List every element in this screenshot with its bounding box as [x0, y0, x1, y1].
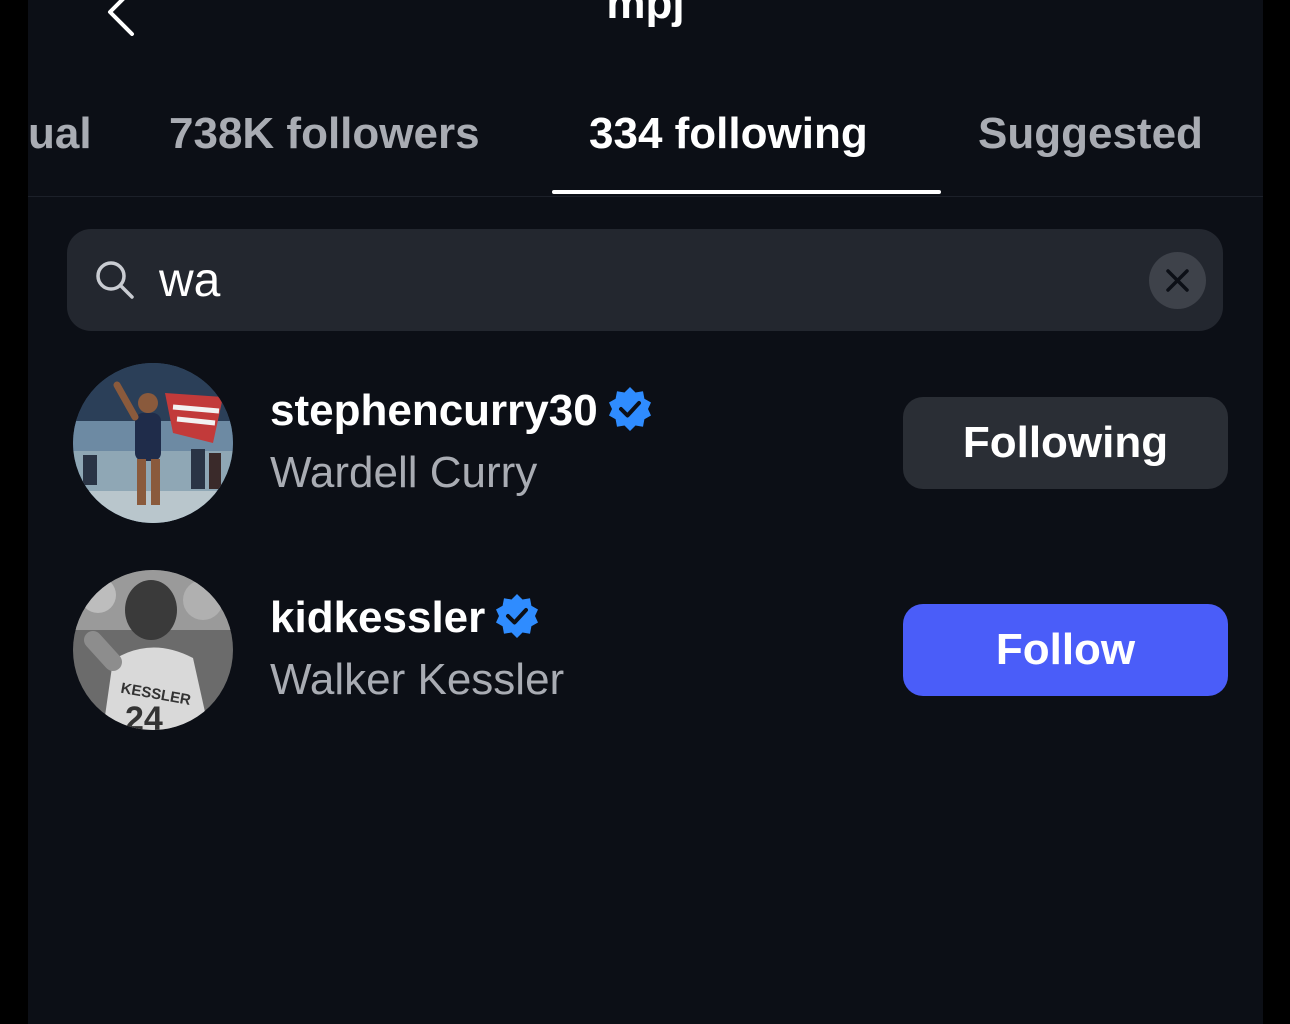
tab-followers[interactable]: 738K followers: [169, 106, 480, 162]
close-icon: [1166, 269, 1189, 292]
username-text: stephencurry30: [270, 386, 598, 435]
following-button[interactable]: Following: [903, 397, 1228, 489]
verified-badge-icon: [608, 387, 651, 432]
clear-search-button[interactable]: [1149, 252, 1206, 309]
svg-text:24: 24: [125, 700, 163, 730]
avatar[interactable]: KESSLER 24: [73, 570, 233, 730]
page-title: mpj: [606, 0, 685, 28]
full-name: Walker Kessler: [270, 655, 565, 704]
active-tab-indicator: [552, 190, 941, 194]
username-text: kidkessler: [270, 593, 486, 642]
follow-button[interactable]: Follow: [903, 604, 1228, 696]
list-item[interactable]: stephencurry30 Wardell Curry Following: [28, 363, 1263, 527]
tab-suggested[interactable]: Suggested: [978, 106, 1203, 162]
avatar[interactable]: [73, 363, 233, 523]
app-screen: mpj ual 738K followers 334 following Sug…: [28, 0, 1263, 1024]
list-item[interactable]: KESSLER 24 kidkessler Walker Kessler Fol…: [28, 570, 1263, 734]
search-input[interactable]: [159, 247, 1119, 313]
tab-following[interactable]: 334 following: [589, 106, 868, 162]
username[interactable]: stephencurry30: [270, 385, 654, 437]
search-bar[interactable]: [67, 229, 1223, 331]
search-icon: [94, 259, 136, 301]
full-name: Wardell Curry: [270, 448, 538, 497]
username[interactable]: kidkessler: [270, 592, 541, 644]
tab-bar: ual 738K followers 334 following Suggest…: [28, 96, 1263, 197]
tab-mutual[interactable]: ual: [28, 106, 92, 162]
verified-badge-icon: [496, 594, 539, 639]
